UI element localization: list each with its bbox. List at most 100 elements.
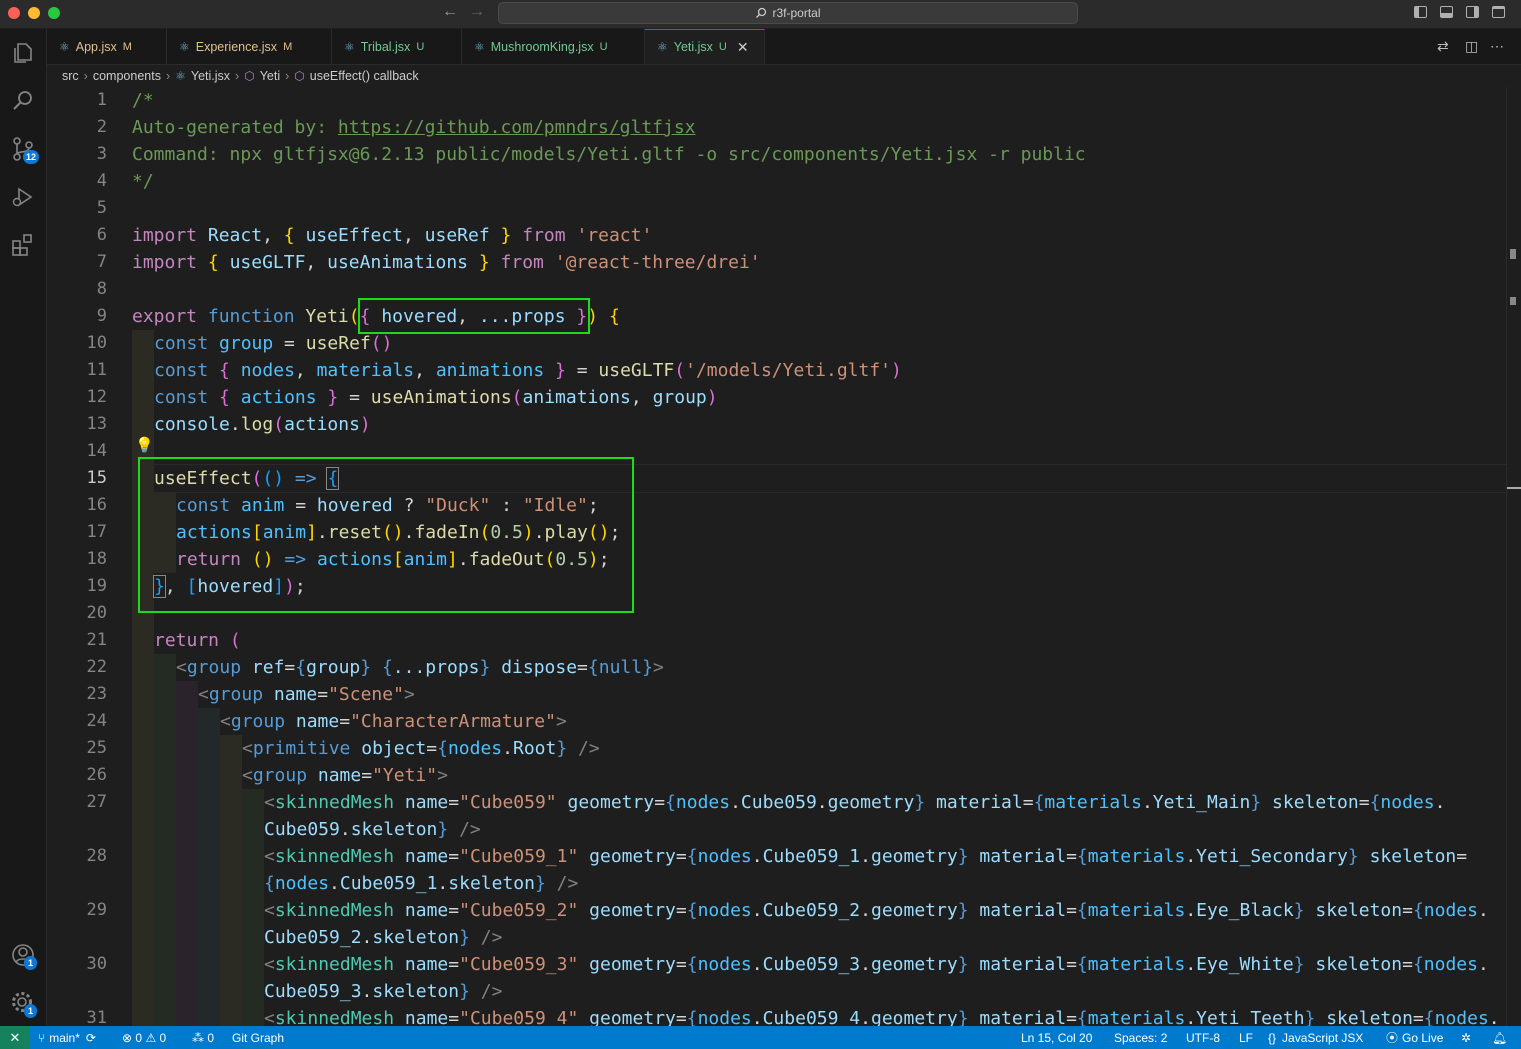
code-line: const group = useRef() <box>154 333 393 354</box>
highlight-box-useeffect <box>138 457 634 613</box>
line-number: 8 <box>96 279 107 299</box>
line-number: 4 <box>96 171 107 191</box>
line-number: 11 <box>86 360 107 380</box>
code-line: <group name="Yeti"> <box>242 765 448 786</box>
line-number: 30 <box>86 954 107 974</box>
git-graph-button[interactable]: Git Graph <box>232 1026 284 1049</box>
code-line: <skinnedMesh name="Cube059_3" geometry={… <box>264 954 1489 975</box>
customize-layout-icon[interactable] <box>1492 6 1505 18</box>
ports-indicator[interactable]: ⁂ 0 <box>192 1026 214 1049</box>
code-line: <skinnedMesh name="Cube059_4" geometry={… <box>264 1008 1500 1026</box>
code-line: <group name="CharacterArmature"> <box>220 711 567 732</box>
cursor-position[interactable]: Ln 15, Col 20 <box>1021 1026 1092 1049</box>
branch-indicator[interactable]: ⑂ main* ⟳ <box>38 1026 96 1049</box>
line-number: 21 <box>86 630 107 650</box>
highlight-box-props <box>358 298 590 334</box>
toggle-secondary-sidebar-icon[interactable] <box>1466 6 1479 18</box>
source-control-icon[interactable]: 12 <box>9 135 39 164</box>
line-number: 19 <box>86 576 107 596</box>
close-window-button[interactable] <box>8 7 20 19</box>
indent-guide <box>220 735 242 1026</box>
maximize-window-button[interactable] <box>48 7 60 19</box>
close-tab-icon[interactable]: ✕ <box>737 39 749 56</box>
code-line: return ( <box>154 630 241 651</box>
tab-mushroomking-jsx[interactable]: ⚛ MushroomKing.jsx U <box>462 29 645 64</box>
line-number: 18 <box>86 549 107 569</box>
eol-setting[interactable]: LF <box>1239 1026 1253 1049</box>
code-line: {nodes.Cube059_1.skeleton} /> <box>264 873 579 894</box>
line-number: 26 <box>86 765 107 785</box>
command-center-search[interactable]: r3f-portal <box>498 2 1078 24</box>
run-debug-icon[interactable] <box>9 183 37 211</box>
code-line: <skinnedMesh name="Cube059" geometry={no… <box>264 792 1446 813</box>
broadcast-icon: ⁂ <box>192 1030 204 1045</box>
line-number: 25 <box>86 738 107 758</box>
breadcrumb: src › components › ⚛ Yeti.jsx › ⬡ Yeti › ⬡ useE… <box>62 69 419 83</box>
problems-indicator[interactable]: ⊗ 0 ⚠ 0 <box>122 1026 166 1049</box>
line-number: 20 <box>86 603 107 623</box>
line-number: 23 <box>86 684 107 704</box>
compare-changes-icon[interactable]: ⇄ <box>1437 38 1449 55</box>
indent-guide <box>242 789 264 1026</box>
tab-yeti-jsx[interactable]: ⚛ Yeti.jsx U ✕ <box>645 29 765 64</box>
symbol-icon: ⬡ <box>244 69 255 83</box>
breadcrumb-callback[interactable]: useEffect() callback <box>310 69 419 83</box>
line-number: 2 <box>96 117 107 137</box>
code-line: Cube059.skeleton} /> <box>264 819 481 840</box>
code-line: import React, { useEffect, useRef } from… <box>132 225 653 246</box>
more-actions-icon[interactable]: ⋯ <box>1490 38 1504 55</box>
toggle-panel-icon[interactable] <box>1440 6 1453 18</box>
tab-tribal-jsx[interactable]: ⚛ Tribal.jsx U <box>332 29 462 64</box>
code-line: Command: npx gltfjsx@6.2.13 public/model… <box>132 144 1086 165</box>
editor-scrollbar[interactable] <box>1506 87 1521 1026</box>
search-icon[interactable] <box>9 87 37 115</box>
line-number: 14 <box>86 441 107 461</box>
react-file-icon: ⚛ <box>175 69 186 83</box>
tab-experience-jsx[interactable]: ⚛ Experience.jsx M <box>167 29 332 64</box>
accounts-badge: 1 <box>24 956 37 970</box>
git-branch-icon: ⑂ <box>38 1030 46 1045</box>
lightbulb-icon[interactable]: 💡 <box>135 436 154 454</box>
code-editor[interactable]: 1 2 3 4 5 6 7 8 9 10 11 12 13 14 15 16 1… <box>47 87 1521 1026</box>
line-number: 22 <box>86 657 107 677</box>
scrollbar-marker <box>1510 249 1516 259</box>
copilot-icon[interactable]: ✲ <box>1461 1026 1471 1049</box>
line-number: 13 <box>86 414 107 434</box>
settings-badge: 1 <box>24 1004 37 1018</box>
line-number: 17 <box>86 522 107 542</box>
minimize-window-button[interactable] <box>28 7 40 19</box>
tab-app-jsx[interactable]: ⚛ App.jsx M <box>47 29 167 64</box>
split-editor-icon[interactable]: ◫ <box>1465 38 1478 55</box>
go-live-button[interactable]: ⦿ Go Live <box>1386 1026 1443 1049</box>
toggle-sidebar-icon[interactable] <box>1414 6 1427 18</box>
indent-guide <box>176 681 198 1026</box>
forward-arrow-icon[interactable]: → <box>469 3 485 21</box>
line-number: 10 <box>86 333 107 353</box>
line-number: 5 <box>96 198 107 218</box>
breadcrumb-file[interactable]: Yeti.jsx <box>191 69 230 83</box>
line-number: 24 <box>86 711 107 731</box>
line-number: 16 <box>86 495 107 515</box>
indent-guide <box>154 654 176 1026</box>
scrollbar-marker <box>1510 297 1516 305</box>
breadcrumb-components[interactable]: components <box>93 69 161 83</box>
language-mode[interactable]: {} JavaScript JSX <box>1268 1026 1363 1049</box>
code-line: <group name="Scene"> <box>198 684 415 705</box>
react-file-icon: ⚛ <box>59 39 70 54</box>
accounts-icon[interactable]: 1 <box>9 941 37 970</box>
notifications-bell-icon[interactable]: 🔔︎ <box>1492 1026 1507 1049</box>
error-icon: ⊗ <box>122 1030 133 1045</box>
radio-tower-icon: ⦿ <box>1386 1031 1399 1045</box>
breadcrumb-symbol[interactable]: Yeti <box>260 69 280 83</box>
code-link[interactable]: https://github.com/pmndrs/gltfjsx <box>338 117 696 138</box>
back-arrow-icon[interactable]: ← <box>442 3 458 21</box>
explorer-icon[interactable] <box>9 39 37 67</box>
indentation-setting[interactable]: Spaces: 2 <box>1114 1026 1167 1049</box>
sync-icon[interactable]: ⟳ <box>86 1031 96 1045</box>
extensions-icon[interactable] <box>9 231 37 259</box>
encoding-setting[interactable]: UTF-8 <box>1186 1026 1220 1049</box>
settings-gear-icon[interactable]: 1 <box>9 989 37 1018</box>
remote-indicator-icon[interactable]: ✕ <box>0 1026 30 1049</box>
breadcrumb-src[interactable]: src <box>62 69 79 83</box>
source-control-badge: 12 <box>23 150 39 164</box>
